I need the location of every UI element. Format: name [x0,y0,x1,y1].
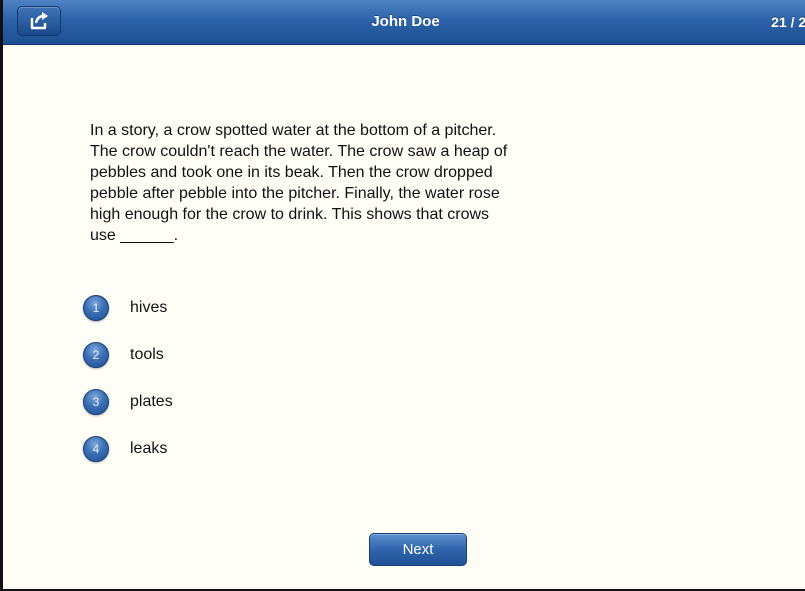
next-button[interactable]: Next [369,533,467,566]
quiz-screen: John Doe 21 / 24 In a story, a crow spot… [0,0,805,591]
answer-option-1[interactable]: 1 hives [83,284,173,331]
student-name: John Doe [371,13,440,30]
answer-option-3[interactable]: 3 plates [83,378,173,425]
question-text: In a story, a crow spotted water at the … [90,122,508,244]
answer-option-4[interactable]: 4 leaks [83,425,173,472]
option-number-badge: 1 [83,294,109,321]
option-label: hives [130,298,168,316]
option-label: leaks [130,439,168,457]
answer-options: 1 hives 2 tools 3 plates 4 leaks [83,284,173,472]
option-label: tools [130,345,164,363]
option-number-badge: 4 [83,435,109,462]
option-number-badge: 3 [83,388,109,415]
top-bar: John Doe 21 / 24 [3,0,805,45]
question-counter: 21 / 24 [771,14,805,30]
option-label: plates [130,392,173,410]
answer-option-2[interactable]: 2 tools [83,331,173,378]
option-number-badge: 2 [83,341,109,368]
